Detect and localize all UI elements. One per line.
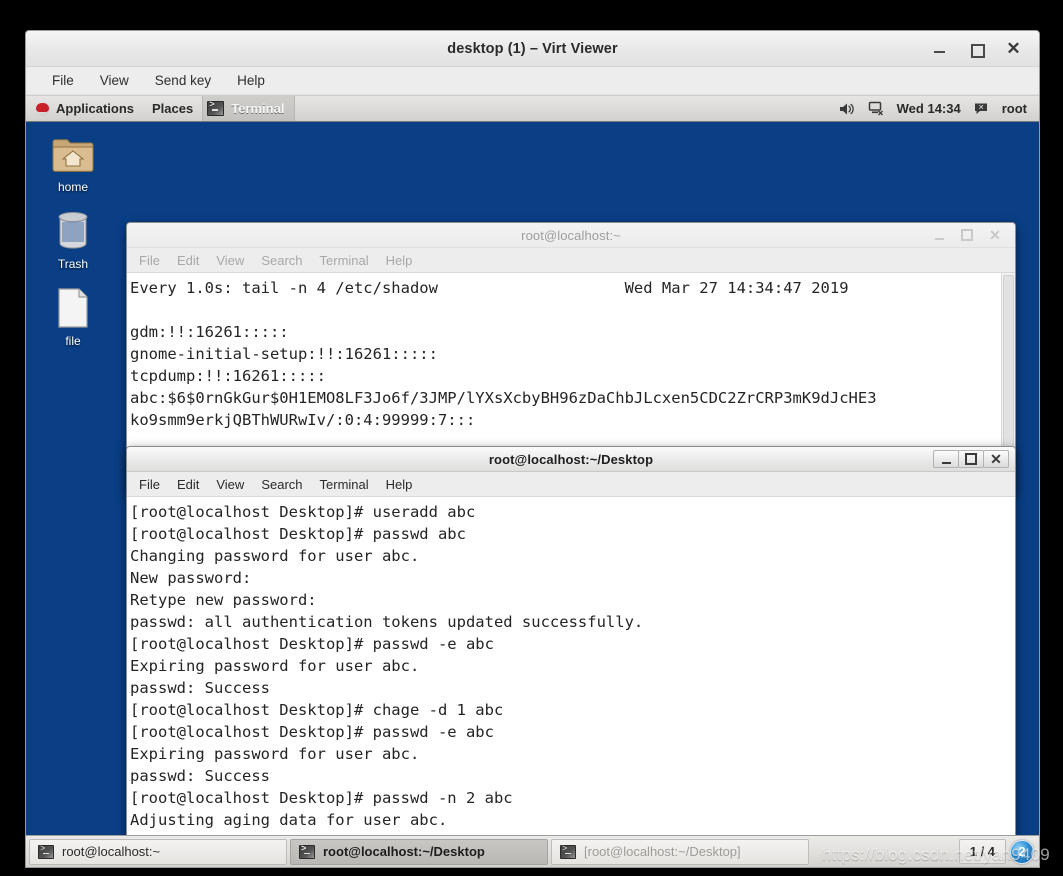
menu-view[interactable]: View (100, 73, 129, 88)
menu-file[interactable]: File (52, 73, 74, 88)
home-folder-icon (34, 130, 112, 178)
menu-search[interactable]: Search (261, 477, 302, 492)
taskbar-item-root-desktop[interactable]: root@localhost:~/Desktop (290, 838, 548, 865)
virt-viewer-window-controls: ✕ (932, 40, 1039, 58)
places-menu[interactable]: Places (143, 96, 202, 121)
screen-bottom-strip (0, 868, 1063, 876)
desktop-icon-file[interactable]: file (34, 284, 112, 348)
minimize-icon[interactable] (932, 41, 947, 56)
taskbar-item-root-desktop-label: root@localhost:~/Desktop (323, 844, 485, 859)
screen: desktop (1) – Virt Viewer ✕ File View Se… (0, 0, 1063, 876)
terminal-desktop-titlebar: root@localhost:~/Desktop ✕ (127, 447, 1015, 472)
panel-task-terminal[interactable]: Terminal (202, 96, 296, 121)
close-icon[interactable]: ✕ (983, 450, 1009, 468)
menu-file[interactable]: File (139, 253, 160, 268)
desktop-icon-home-label: home (57, 180, 89, 194)
terminal-desktop-output: [root@localhost Desktop]# useradd abc [r… (130, 503, 644, 835)
menu-send-key[interactable]: Send key (155, 73, 211, 88)
desktop-icon-home[interactable]: home (34, 130, 112, 194)
desktop-icons: home Trash file (34, 130, 112, 361)
network-disconnected-icon[interactable] (868, 101, 884, 116)
desktop-area: home Trash file root@localhost:~ ✕ File … (26, 122, 1039, 835)
panel-user-label[interactable]: root (1002, 101, 1027, 116)
terminal-watch-title: root@localhost:~ (521, 227, 621, 243)
maximize-icon[interactable] (953, 226, 981, 245)
close-icon[interactable]: ✕ (981, 226, 1009, 245)
terminal-desktop-output-wrap: [root@localhost Desktop]# useradd abc [r… (127, 497, 1015, 835)
applications-menu-label: Applications (56, 101, 135, 116)
desktop-icon-trash-label: Trash (57, 257, 89, 271)
menu-file[interactable]: File (139, 477, 160, 492)
virt-viewer-titlebar: desktop (1) – Virt Viewer ✕ (26, 31, 1039, 67)
menu-help[interactable]: Help (386, 477, 413, 492)
menu-view[interactable]: View (216, 477, 244, 492)
terminal-watch-titlebar: root@localhost:~ ✕ (127, 223, 1015, 248)
terminal-desktop-title: root@localhost:~/Desktop (488, 451, 654, 467)
virt-viewer-title: desktop (1) – Virt Viewer (447, 40, 618, 57)
redhat-logo-icon (35, 101, 50, 116)
terminal-desktop-body[interactable]: [root@localhost Desktop]# useradd abc [r… (127, 497, 1015, 835)
desktop-icon-file-label: file (65, 334, 81, 348)
virt-viewer-menubar: File View Send key Help (26, 67, 1039, 95)
volume-icon[interactable] (839, 102, 855, 116)
terminal-window-desktop[interactable]: root@localhost:~/Desktop ✕ File Edit Vie… (126, 446, 1016, 835)
maximize-icon[interactable] (969, 41, 985, 58)
minimize-icon[interactable] (925, 226, 953, 245)
taskbar-item-root-home[interactable]: root@localhost:~ (29, 838, 287, 865)
terminal-desktop-menubar: File Edit View Search Terminal Help (127, 472, 1015, 497)
svg-text:✕: ✕ (978, 104, 984, 111)
maximize-icon[interactable] (958, 450, 984, 468)
places-menu-label: Places (152, 101, 194, 116)
menu-terminal[interactable]: Terminal (320, 253, 369, 268)
taskbar-item-root-desktop-minimized[interactable]: [root@localhost:~/Desktop] (551, 838, 809, 865)
menu-help[interactable]: Help (386, 253, 413, 268)
gnome-panel-right: Wed 14:34 ✕ root (839, 101, 1039, 116)
panel-task-terminal-label: Terminal (231, 101, 285, 116)
terminal-icon (207, 100, 225, 116)
menu-view[interactable]: View (216, 253, 244, 268)
menu-edit[interactable]: Edit (177, 253, 199, 268)
trash-icon (34, 207, 112, 255)
menu-terminal[interactable]: Terminal (320, 477, 369, 492)
menu-edit[interactable]: Edit (177, 477, 199, 492)
taskbar-right: 1 / 4 2 (958, 839, 1036, 864)
taskbar-item-root-desktop-minimized-label: [root@localhost:~/Desktop] (584, 844, 741, 859)
file-icon (34, 284, 112, 332)
terminal-icon (38, 844, 54, 859)
menu-help[interactable]: Help (237, 73, 265, 88)
workspace-pager[interactable]: 1 / 4 (958, 839, 1006, 864)
gnome-bottom-taskbar: root@localhost:~ root@localhost:~/Deskto… (26, 835, 1050, 867)
terminal-icon (560, 844, 576, 859)
desktop-icon-trash[interactable]: Trash (34, 207, 112, 271)
virt-viewer-window: desktop (1) – Virt Viewer ✕ File View Se… (25, 30, 1050, 868)
terminal-watch-menubar: File Edit View Search Terminal Help (127, 248, 1015, 273)
gnome-top-panel: Applications Places Terminal (26, 95, 1039, 122)
terminal-desktop-controls: ✕ (933, 450, 1015, 468)
notification-orb-icon[interactable]: 2 (1010, 839, 1034, 864)
taskbar-item-root-home-label: root@localhost:~ (62, 844, 161, 859)
menu-search[interactable]: Search (261, 253, 302, 268)
panel-clock[interactable]: Wed 14:34 (897, 101, 961, 116)
gnome-panel-left: Applications Places Terminal (26, 96, 296, 121)
terminal-icon (299, 844, 315, 859)
user-icon[interactable]: ✕ (974, 102, 989, 116)
close-icon[interactable]: ✕ (1006, 40, 1021, 57)
terminal-watch-controls: ✕ (925, 226, 1015, 245)
applications-menu[interactable]: Applications (26, 96, 143, 121)
minimize-icon[interactable] (933, 450, 959, 468)
